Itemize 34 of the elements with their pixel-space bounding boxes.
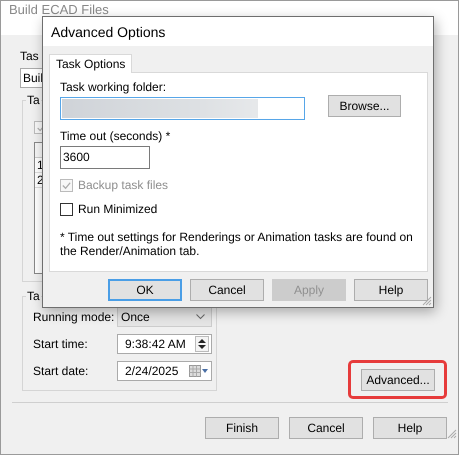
- checkbox-label: Run Minimized: [78, 202, 158, 216]
- note-text: * Time out settings for Renderings or Animation tasks are found on the Render/Animation tab.: [60, 230, 414, 258]
- group-label: Ta: [26, 289, 41, 303]
- running-mode-dropdown[interactable]: Once: [117, 307, 212, 327]
- window-title: Build ECAD Files: [9, 2, 109, 17]
- dialog-button[interactable]: OK: [108, 279, 182, 301]
- field-label: Start time:: [33, 337, 89, 351]
- spinner-arrows-icon[interactable]: [195, 336, 209, 352]
- time-picker[interactable]: 9:38:42 AM: [117, 334, 212, 354]
- advanced-button[interactable]: Advanced...: [361, 369, 435, 391]
- check-icon: [61, 180, 72, 190]
- resize-grip-icon[interactable]: [447, 429, 457, 439]
- field-label: Time out (seconds) *: [60, 129, 172, 143]
- date-picker[interactable]: 2/24/2025: [117, 361, 212, 381]
- checkbox-label: Backup task files: [78, 178, 168, 192]
- field-label: Task working folder:: [60, 80, 168, 94]
- field-label: Start date:: [33, 364, 90, 378]
- calendar-icon[interactable]: [189, 364, 209, 378]
- dialog-button[interactable]: Cancel: [190, 279, 264, 301]
- dialog-button[interactable]: Finish: [205, 417, 279, 439]
- chevron-down-icon: [196, 314, 205, 320]
- folder-field[interactable]: [60, 97, 305, 120]
- browse-button[interactable]: Browse...: [328, 95, 401, 117]
- field-label: Running mode:: [33, 310, 116, 324]
- checkbox[interactable]: [60, 202, 73, 216]
- dialog-button[interactable]: Cancel: [289, 417, 363, 439]
- dialog-button[interactable]: Help: [354, 279, 428, 301]
- tab[interactable]: Task Options: [49, 54, 132, 73]
- field-label: Tas: [20, 49, 40, 63]
- timeout-field[interactable]: 3600: [60, 146, 150, 169]
- group-label: Ta: [26, 93, 41, 107]
- dialog-button[interactable]: Help: [373, 417, 447, 439]
- dialog-title: Advanced Options: [51, 24, 166, 40]
- resize-grip-icon[interactable]: [422, 296, 432, 306]
